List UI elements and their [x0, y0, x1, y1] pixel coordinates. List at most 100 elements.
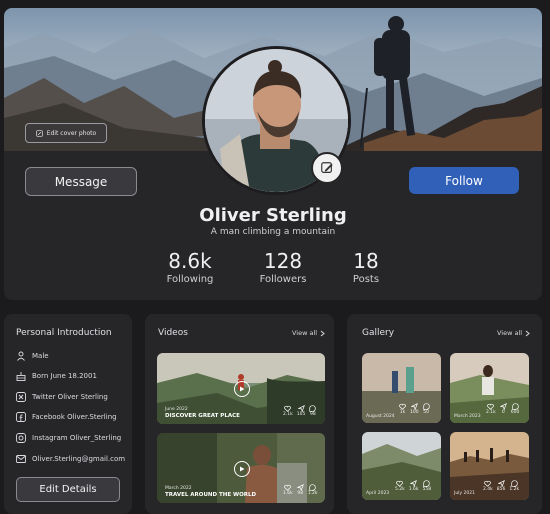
cake-icon: [16, 372, 26, 381]
play-icon[interactable]: [234, 461, 250, 477]
intro-item-facebook[interactable]: Facebook Oliver.Sterling: [16, 412, 117, 422]
shares-stat[interactable]: 98: [296, 484, 304, 496]
gallery-item[interactable]: July 2021 2.4k 856 1.2k: [450, 432, 529, 500]
profile-name: Oliver Sterling: [199, 205, 347, 226]
gallery-date: March 2023: [454, 414, 481, 419]
likes-stat[interactable]: 2.1k: [486, 403, 496, 415]
comment-icon: [309, 405, 317, 412]
pencil-icon: [321, 162, 333, 173]
follow-button[interactable]: Follow: [409, 167, 519, 194]
heart-icon: [284, 484, 292, 491]
gallery-stats: 2.1k 0 600: [486, 403, 519, 415]
video-title: TRAVEL AROUND THE WORLD: [165, 492, 257, 498]
gallery-item[interactable]: August 2024 1k 100 50: [362, 353, 441, 423]
comment-icon: [511, 480, 518, 487]
stat-label: Followers: [259, 274, 307, 285]
intro-item-instagram[interactable]: Instagram Oliver_Sterling: [16, 433, 121, 443]
shares-stat[interactable]: 100: [410, 403, 419, 415]
intro-item-twitter[interactable]: Twitter Oliver Sterling: [16, 392, 108, 402]
send-icon: [297, 405, 305, 412]
edit-details-button[interactable]: Edit Details: [16, 477, 120, 502]
video-title: DISCOVER GREAT PLACE: [165, 413, 240, 419]
gallery-panel: Gallery View all August 2024 1k 100 50 M…: [347, 314, 542, 514]
stat-posts[interactable]: 18 Posts: [321, 250, 411, 285]
comments-stat[interactable]: 98: [309, 405, 317, 417]
heart-icon: [487, 403, 495, 410]
stat-value: 18: [353, 249, 379, 273]
send-icon: [296, 484, 304, 491]
videos-title: Videos: [158, 328, 188, 338]
comment-icon: [422, 403, 430, 410]
gallery-date: April 2023: [366, 491, 390, 496]
heart-icon: [484, 480, 492, 487]
comment-icon: [423, 480, 430, 487]
comments-stat[interactable]: 1.2k: [308, 484, 318, 496]
message-button[interactable]: Message: [25, 167, 137, 196]
stat-value: 128: [263, 249, 303, 273]
stat-value: 8.6k: [168, 249, 212, 273]
send-icon: [497, 480, 505, 487]
likes-stat[interactable]: 1.6k: [283, 484, 293, 496]
video-card[interactable]: June 2022 DISCOVER GREAT PLACE 2.1k 105 …: [157, 353, 325, 424]
chevron-right-icon: [525, 330, 530, 336]
gallery-item[interactable]: April 2023 5.2k 1.6k 558: [362, 432, 441, 500]
comments-stat[interactable]: 600: [511, 403, 519, 415]
likes-stat[interactable]: 2.1k: [283, 405, 293, 417]
instagram-icon: [16, 433, 26, 443]
stat-label: Posts: [352, 274, 380, 285]
video-card[interactable]: March 2022 TRAVEL AROUND THE WORLD 1.6k …: [157, 433, 325, 503]
video-stats: 2.1k 105 98: [283, 405, 317, 417]
gallery-title: Gallery: [362, 328, 395, 338]
intro-title: Personal Introduction: [16, 328, 112, 338]
likes-stat[interactable]: 2.4k: [483, 480, 493, 492]
comment-icon: [511, 403, 519, 410]
intro-item-email[interactable]: Oliver.Sterling@gmail.com: [16, 454, 125, 464]
videos-panel: Videos View all June 2022 DISCOVER GREAT…: [145, 314, 334, 514]
gallery-stats: 5.2k 1.6k 558: [395, 480, 431, 492]
comments-stat[interactable]: 50: [422, 403, 430, 415]
comments-stat[interactable]: 1.2k: [509, 480, 519, 492]
profile-card: Edit cover photo Message Follow Oliver S…: [4, 8, 542, 300]
intro-panel: Personal Introduction Male Born June 18.…: [4, 314, 132, 514]
comments-stat[interactable]: 558: [423, 480, 431, 492]
video-date: June 2022: [165, 407, 188, 412]
comment-icon: [309, 484, 316, 491]
video-stats: 1.6k 98 1.2k: [283, 484, 318, 496]
shares-stat[interactable]: 0: [499, 403, 507, 415]
gallery-stats: 2.4k 856 1.2k: [483, 480, 519, 492]
likes-stat[interactable]: 5.2k: [395, 480, 405, 492]
profile-subtitle: A man climbing a mountain: [210, 227, 336, 237]
chevron-right-icon: [320, 330, 325, 336]
user-icon: [17, 351, 25, 361]
mail-icon: [16, 455, 26, 463]
video-date: March 2022: [165, 486, 192, 491]
gallery-stats: 1k 100 50: [399, 403, 430, 415]
play-icon[interactable]: [234, 381, 250, 397]
gallery-item[interactable]: March 2023 2.1k 0 600: [450, 353, 529, 423]
intro-item-gender: Male: [16, 351, 49, 361]
stat-following[interactable]: 8.6k Following: [145, 250, 235, 285]
facebook-icon: [16, 412, 26, 422]
twitter-icon: [16, 392, 26, 402]
likes-stat[interactable]: 1k: [399, 403, 406, 415]
stat-label: Following: [166, 274, 214, 285]
intro-item-birthday: Born June 18.2001: [16, 371, 97, 381]
avatar-edit-button[interactable]: [311, 152, 343, 184]
heart-icon: [399, 403, 406, 410]
send-icon: [410, 480, 418, 487]
gallery-date: August 2024: [366, 414, 395, 419]
image-edit-icon: [36, 129, 43, 137]
edit-cover-button[interactable]: Edit cover photo: [25, 123, 107, 143]
videos-view-all[interactable]: View all: [292, 329, 325, 337]
heart-icon: [396, 480, 404, 487]
gallery-view-all[interactable]: View all: [497, 329, 530, 337]
shares-stat[interactable]: 1.6k: [409, 480, 419, 492]
stat-followers[interactable]: 128 Followers: [238, 250, 328, 285]
edit-cover-label: Edit cover photo: [46, 129, 97, 137]
shares-stat[interactable]: 856: [497, 480, 505, 492]
gallery-date: July 2021: [454, 491, 475, 496]
send-icon: [410, 403, 418, 410]
shares-stat[interactable]: 105: [297, 405, 305, 417]
heart-icon: [284, 405, 292, 412]
send-icon: [499, 403, 507, 410]
